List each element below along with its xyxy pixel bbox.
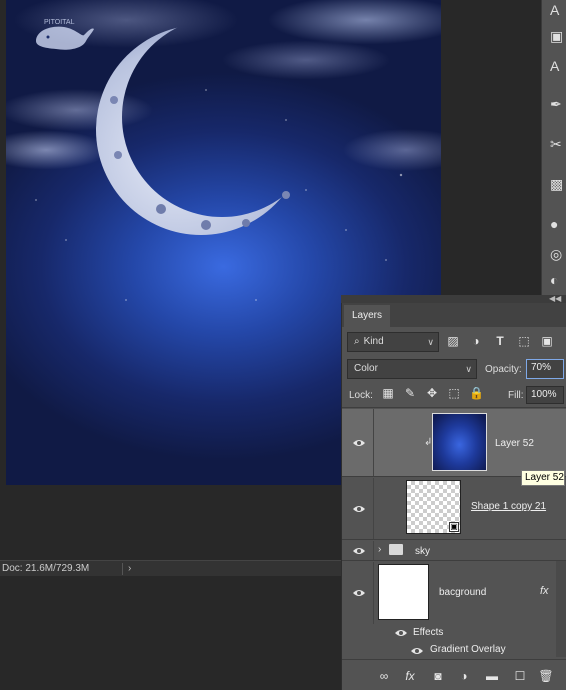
tab-layers[interactable]: Layers [344,305,391,327]
effect-item-row[interactable]: Gradient Overlay [342,642,566,659]
layer-name-tooltip: Layer 52 [521,470,565,486]
folder-icon [389,544,403,555]
layers-scrollbar[interactable] [556,561,566,657]
layer-name[interactable]: Layer 52 [495,438,534,449]
filter-kind-select[interactable]: ⌕ Kind ∨ [347,332,439,352]
direct-selection-tool-icon[interactable]: A [550,58,566,74]
eye-icon[interactable] [394,628,408,638]
type-tool-icon[interactable]: A [550,2,566,18]
pen-tool-icon[interactable]: ✒ [550,96,566,112]
filter-adjustment-icon[interactable]: ◑ [468,333,484,349]
filter-kind-label: Kind [363,336,384,347]
effects-label: Effects [413,627,444,638]
healing-tool-icon[interactable]: ✂ [550,136,566,152]
lock-all-icon[interactable]: 🔒 [469,386,484,400]
effect-gradient-overlay-label: Gradient Overlay [430,644,506,655]
clone-stamp-tool-icon[interactable]: ▩ [550,176,566,192]
new-group-icon[interactable]: ▬ [484,668,500,684]
smart-object-badge-icon: ▣ [449,522,459,532]
status-divider [122,563,123,575]
chevron-down-icon: ∨ [427,337,434,347]
path-selection-tool-icon[interactable]: ▣ [550,28,566,44]
layer-row-sky-group[interactable]: › sky [342,541,566,561]
watermark-text: PITOITAL [44,19,75,26]
layer-row-layer-52[interactable]: ↲ Layer 52 [342,409,566,477]
lock-image-pixels-icon[interactable]: ✎ [403,386,417,400]
panel-dock-strip [341,295,566,303]
visibility-column [342,541,374,560]
lock-artboard-icon[interactable]: ⬚ [447,386,461,400]
status-menu-arrow-icon[interactable]: › [128,561,131,577]
add-mask-icon[interactable]: ◙ [430,668,446,684]
layer-row-bacground[interactable]: bacground fx [342,562,566,624]
effects-row[interactable]: Effects [342,624,566,642]
layer-52-thumbnail [432,413,487,471]
layers-bottom-bar: ∞ fx ◙ ◑ ▬ ☐ 🗑 [342,659,566,690]
eye-icon[interactable] [352,504,366,514]
lock-position-icon[interactable]: ✥ [425,386,439,400]
dodge-tool-icon[interactable]: ◐ [550,272,566,288]
doc-size-text: Doc: 21.6M/729.3M [2,563,90,574]
crescent-moon [96,25,306,235]
filter-pixel-icon[interactable]: ▨ [445,333,461,349]
new-adjustment-layer-icon[interactable]: ◑ [456,668,472,684]
visibility-column [342,478,374,539]
lock-transparent-pixels-icon[interactable]: ▦ [381,386,395,400]
eye-icon[interactable] [352,588,366,598]
new-layer-icon[interactable]: ☐ [512,668,528,684]
layer-effects-fx-icon[interactable]: fx [540,585,549,597]
layer-name[interactable]: bacground [439,587,486,598]
smudge-tool-icon[interactable]: ◎ [550,246,566,262]
lock-label: Lock: [349,390,373,401]
layer-row-shape-1-copy-21[interactable]: ▣ Shape 1 copy 21 [342,478,566,540]
delete-layer-icon[interactable]: 🗑 [538,668,554,684]
visibility-column [342,409,374,476]
panel-tabbar: Layers [342,303,566,327]
expand-group-chevron-icon[interactable]: › [378,544,381,555]
link-layers-icon[interactable]: ∞ [376,668,392,684]
layer-name[interactable]: sky [415,546,430,557]
blend-mode-select[interactable]: Color ∨ [347,359,477,379]
filter-smart-object-icon[interactable]: ▣ [539,333,555,349]
opacity-input[interactable]: 70% [526,359,564,379]
opacity-label: Opacity: [485,364,522,375]
eye-icon[interactable] [352,546,366,556]
collapse-panels-icon[interactable]: ◀◀ [549,294,561,303]
search-icon: ⌕ [354,336,360,347]
whale-watermark-icon: PITOITAL [36,19,94,50]
status-bar: Doc: 21.6M/729.3M › [0,560,341,576]
eye-icon[interactable] [410,646,424,656]
filter-shape-icon[interactable]: ⬚ [516,333,532,349]
blend-mode-value: Color [354,363,378,374]
fill-label: Fill: [508,390,524,401]
fill-input[interactable]: 100% [526,386,564,404]
add-layer-style-icon[interactable]: fx [402,668,418,684]
filter-type-icon[interactable]: T [492,333,508,349]
tools-toolbar: A ▣ A ✒ ✂ ▩ ● ◎ ◐ [541,0,566,300]
bacground-thumbnail [378,564,429,620]
layers-panel: Layers ⌕ Kind ∨ ▨ ◑ T ⬚ ▣ Color ∨ Opacity… [341,303,566,690]
eraser-tool-icon[interactable]: ● [550,216,566,232]
visibility-column [342,562,374,624]
shape-thumbnail: ▣ [406,480,461,534]
eye-icon[interactable] [352,438,366,448]
chevron-down-icon: ∨ [465,364,472,374]
layer-name[interactable]: Shape 1 copy 21 [471,501,546,512]
empty-workspace [0,577,341,690]
